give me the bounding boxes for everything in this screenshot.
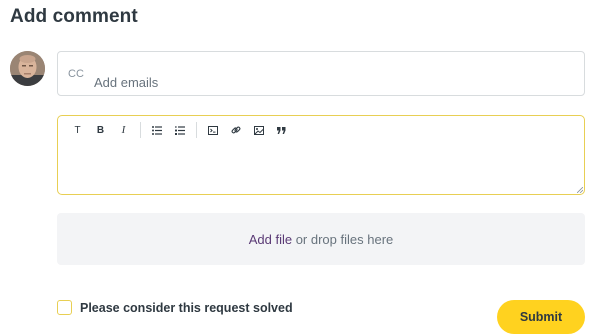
text-format-button[interactable]: T bbox=[66, 122, 89, 138]
file-dropzone[interactable]: Add file or drop files here bbox=[57, 213, 585, 265]
submit-button[interactable]: Submit bbox=[497, 300, 585, 334]
comment-editor[interactable]: T B I bbox=[57, 115, 585, 195]
dropzone-hint: or drop files here bbox=[292, 231, 394, 247]
resize-handle-icon[interactable] bbox=[577, 187, 583, 193]
numbered-list-icon bbox=[174, 125, 185, 135]
add-file-link[interactable]: Add file bbox=[249, 232, 292, 247]
bulleted-list-button[interactable] bbox=[145, 122, 168, 138]
request-solved-checkbox[interactable] bbox=[57, 300, 72, 315]
page-title: Add comment bbox=[10, 6, 138, 27]
request-solved-label[interactable]: Please consider this request solved bbox=[80, 301, 293, 315]
editor-toolbar: T B I bbox=[66, 122, 293, 138]
bold-button[interactable]: B bbox=[89, 122, 112, 138]
avatar bbox=[10, 51, 45, 86]
image-icon bbox=[253, 125, 264, 135]
avatar-image bbox=[10, 51, 45, 86]
link-icon bbox=[231, 126, 240, 134]
quote-icon bbox=[277, 126, 286, 134]
code-block-icon bbox=[207, 125, 218, 135]
numbered-list-button[interactable] bbox=[168, 122, 191, 138]
cc-email-input[interactable] bbox=[94, 73, 514, 91]
quote-button[interactable] bbox=[270, 122, 293, 138]
toolbar-divider bbox=[140, 122, 141, 138]
image-button[interactable] bbox=[247, 122, 270, 138]
bold-icon: B bbox=[96, 124, 105, 136]
cc-label: CC bbox=[68, 68, 84, 80]
text-format-icon: T bbox=[74, 124, 81, 136]
italic-button[interactable]: I bbox=[112, 122, 135, 138]
cc-field[interactable]: CC bbox=[57, 51, 585, 96]
code-block-button[interactable] bbox=[201, 122, 224, 138]
toolbar-divider bbox=[196, 122, 197, 138]
link-button[interactable] bbox=[224, 122, 247, 138]
bulleted-list-icon bbox=[151, 125, 162, 135]
italic-icon: I bbox=[121, 124, 126, 136]
